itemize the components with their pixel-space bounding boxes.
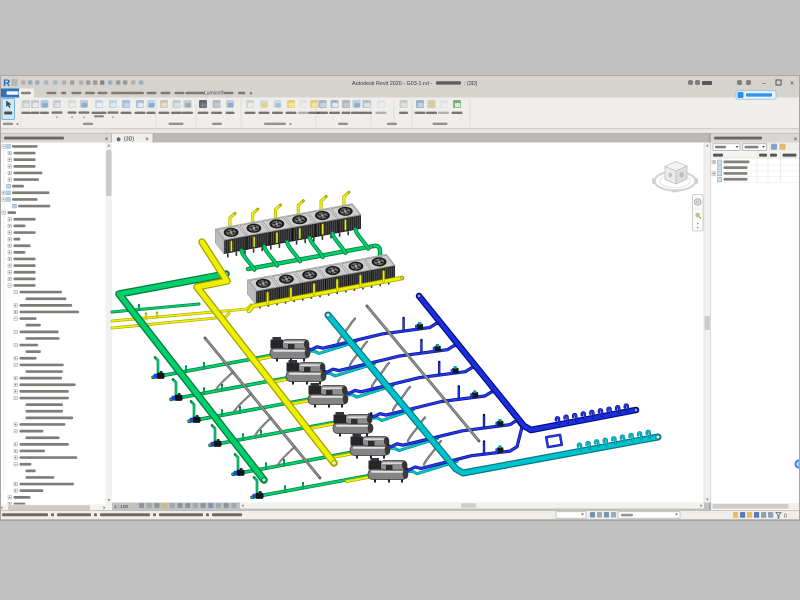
svg-text:×: × <box>105 137 109 143</box>
svg-text:R: R <box>3 78 10 89</box>
svg-text:{3D}: {3D} <box>124 137 134 143</box>
svg-text:×: × <box>794 137 798 143</box>
svg-text:–: – <box>762 80 766 87</box>
svg-text:0: 0 <box>784 514 787 520</box>
svg-text:1 : 100: 1 : 100 <box>114 504 128 509</box>
svg-text:Lumion®: Lumion® <box>204 90 224 97</box>
svg-text:×: × <box>790 81 794 88</box>
svg-text:: {3D}: : {3D} <box>464 81 478 87</box>
svg-text:Autodesk Revit 2020 - G03-1.rv: Autodesk Revit 2020 - G03-1.rvt - <box>352 81 433 87</box>
svg-text:×: × <box>145 137 149 143</box>
